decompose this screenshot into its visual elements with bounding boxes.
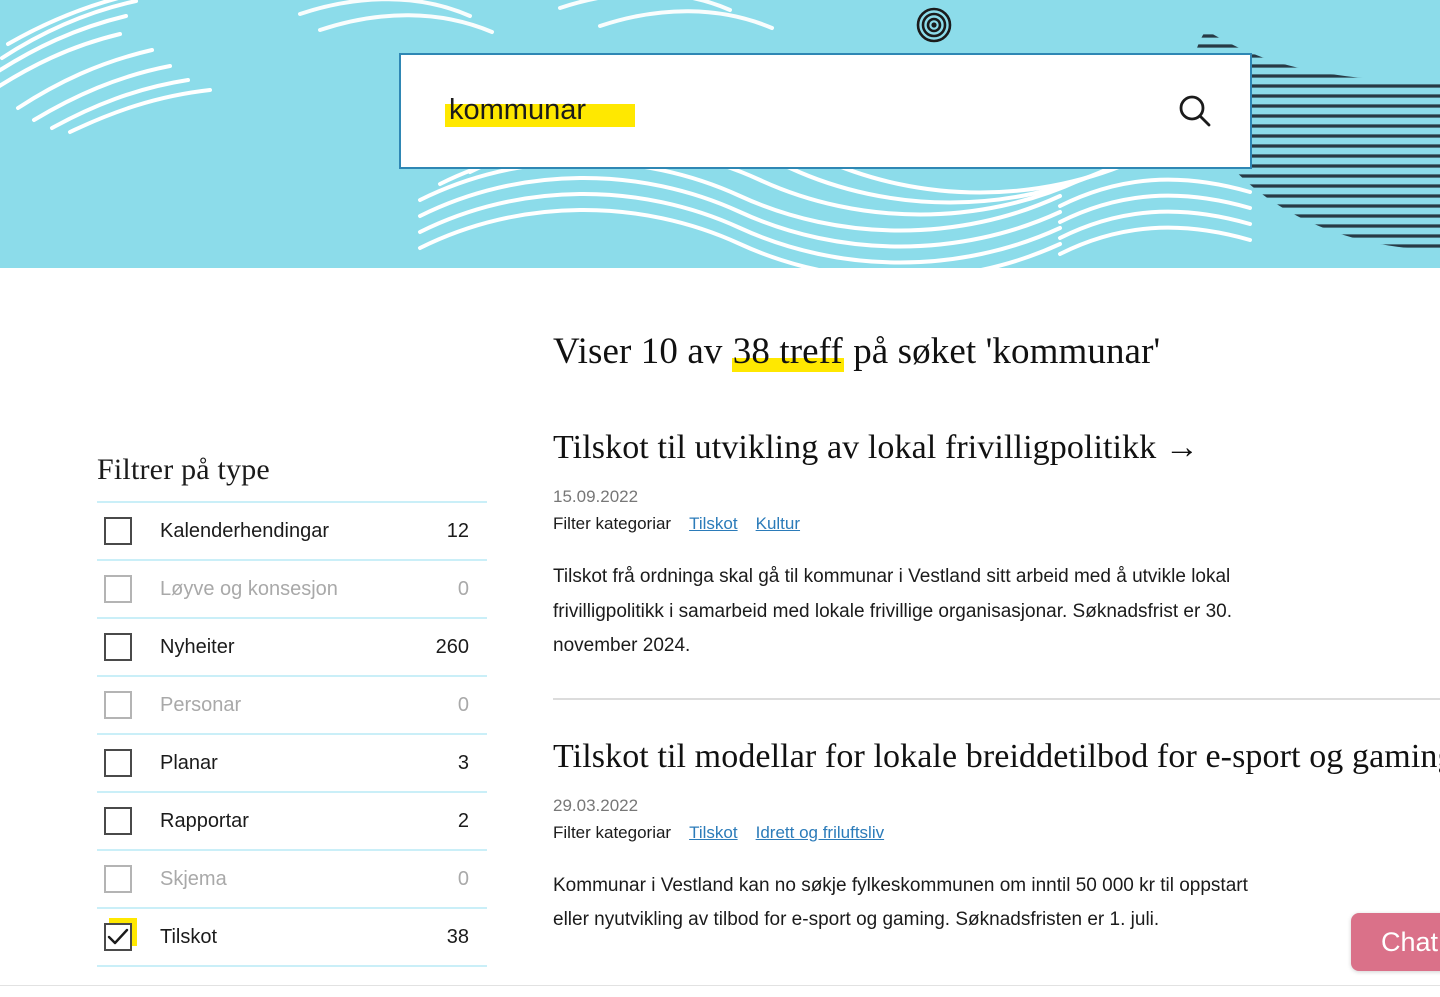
filter-label: Nyheiter <box>160 635 235 658</box>
filter-panel-title: Filtrer på type <box>97 453 270 486</box>
results-heading: Viser 10 av 38 treff på søket 'kommunar' <box>553 330 1440 373</box>
filter-count: 0 <box>457 693 469 716</box>
result-date: 29.03.2022 <box>553 795 639 815</box>
filter-checkbox[interactable] <box>104 918 137 951</box>
filter-count: 38 <box>446 925 469 948</box>
results-heading-suffix: på søket 'kommunar' <box>843 331 1161 372</box>
filter-label: Kalenderhendingar <box>160 519 330 542</box>
result-title-link[interactable]: Tilskot til utvikling av lokal frivillig… <box>553 429 1440 467</box>
results-count-highlight: 38 treff <box>731 331 844 372</box>
filter-count: 0 <box>457 577 469 600</box>
result-date: 15.09.2022 <box>553 487 639 506</box>
filter-checkbox <box>104 691 132 719</box>
result-item: Tilskot til utvikling av lokal frivillig… <box>553 429 1440 664</box>
filter-count: 12 <box>446 519 469 542</box>
result-category-tag[interactable]: Kultur <box>756 514 800 534</box>
chat-button[interactable]: Chat <box>1351 913 1440 971</box>
filter-count: 2 <box>457 809 469 832</box>
check-icon <box>107 928 129 945</box>
search-results: Viser 10 av 38 treff på søket 'kommunar'… <box>553 330 1440 972</box>
filter-count: 3 <box>457 751 469 774</box>
result-summary: Tilskot frå ordninga skal gå til kommuna… <box>553 566 1232 657</box>
filter-label: Løyve og konsesjon <box>160 577 338 600</box>
result-item: Tilskot til modellar for lokale breiddet… <box>553 697 1440 938</box>
filter-list: Kalenderhendingar 12 Løyve og konsesjon 0 Ny… <box>97 501 487 967</box>
hero-banner: kommunar <box>0 0 1440 268</box>
result-categories-label: Filter kategoriar <box>553 514 672 533</box>
filter-count: 260 <box>435 635 469 658</box>
checkbox-box <box>104 749 132 777</box>
filter-row-kalenderhendingar[interactable]: Kalenderhendingar 12 <box>97 503 487 561</box>
result-title-link[interactable]: Tilskot til modellar for lokale breiddet… <box>553 738 1440 776</box>
filter-checkbox <box>104 865 132 893</box>
filter-row-personar: Personar 0 <box>97 677 487 735</box>
filter-checkbox[interactable] <box>104 517 132 545</box>
checkbox-box <box>104 865 132 893</box>
filter-label: Tilskot <box>160 925 218 948</box>
result-categories: Filter kategoriar Tilskot Idrett og fril… <box>553 823 1440 843</box>
result-summary: Kommunar i Vestland kan no søkje fylkesk… <box>553 869 1440 938</box>
filter-row-planar[interactable]: Planar 3 <box>97 735 487 793</box>
filter-label: Personar <box>160 693 242 716</box>
checkbox-box <box>104 807 132 835</box>
filter-row-nyheiter[interactable]: Nyheiter 260 <box>97 619 487 677</box>
search-results-page: kommunar Filtrer på type Kalenderhending… <box>0 0 1440 997</box>
checkbox-box <box>104 691 132 719</box>
filter-checkbox[interactable] <box>104 633 132 661</box>
search-submit-button[interactable] <box>1140 55 1250 167</box>
filter-label: Planar <box>160 751 218 774</box>
filter-count: 0 <box>457 867 469 890</box>
result-category-tag[interactable]: Tilskot <box>689 514 738 534</box>
filter-label: Skjema <box>160 867 227 890</box>
search-input[interactable]: kommunar <box>449 95 586 127</box>
result-category-tag[interactable]: Tilskot <box>689 823 738 843</box>
checkbox-box <box>104 633 132 661</box>
results-heading-prefix: Viser 10 av <box>553 331 732 372</box>
filter-row-skjema: Skjema 0 <box>97 851 487 909</box>
wave-lines-topleft <box>0 0 212 134</box>
filter-checkbox[interactable] <box>104 749 132 777</box>
checkbox-box <box>104 517 132 545</box>
filter-checkbox[interactable] <box>104 807 132 835</box>
search-icon <box>1179 95 1211 127</box>
wave-lines-right <box>1058 177 1252 256</box>
filter-checkbox <box>104 575 132 603</box>
filter-label: Rapportar <box>160 809 249 832</box>
result-summary-line: eller nyutvikling av tilbod for e-sport … <box>553 909 1160 931</box>
result-category-tag[interactable]: Idrett og friluftsliv <box>756 823 885 843</box>
page-bottom-strip <box>0 985 1440 997</box>
filter-sidebar: Filtrer på type Kalenderhendingar 12 Løyve… <box>97 453 487 967</box>
wave-lines-behind-search <box>298 0 774 34</box>
search-form[interactable]: kommunar <box>399 53 1252 169</box>
search-input-container[interactable]: kommunar <box>401 55 1140 167</box>
filter-row-l-yve-og-konsesjon: Løyve og konsesjon 0 <box>97 561 487 619</box>
filter-row-rapportar[interactable]: Rapportar 2 <box>97 793 487 851</box>
result-categories: Filter kategoriar Tilskot Kultur <box>553 514 1440 534</box>
checkbox-box <box>104 575 132 603</box>
main-content: Filtrer på type Kalenderhendingar 12 Løyve… <box>0 268 1440 997</box>
result-summary-line: Kommunar i Vestland kan no søkje fylkesk… <box>553 874 1248 896</box>
target-circles-icon <box>916 7 952 43</box>
result-categories-label: Filter kategoriar <box>553 822 672 842</box>
filter-row-tilskot[interactable]: Tilskot 38 <box>97 909 487 967</box>
